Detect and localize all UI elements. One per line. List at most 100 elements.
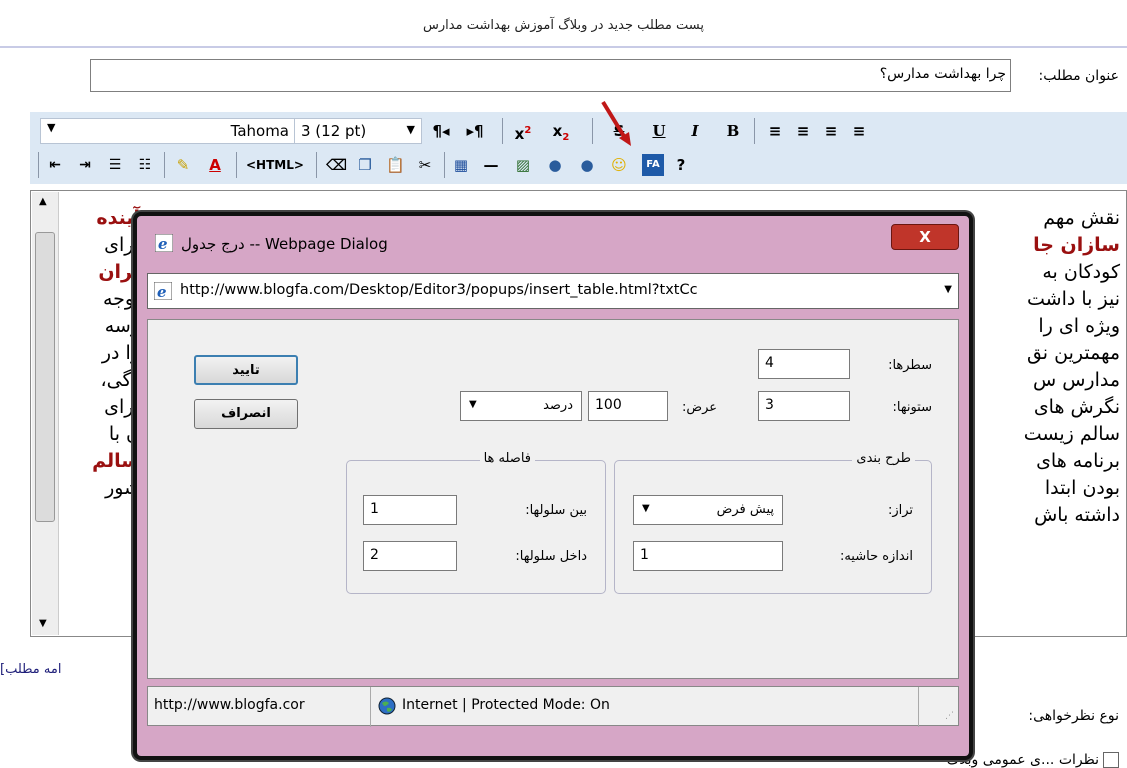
font-size-select[interactable]: 3 (12 pt) ▼ bbox=[294, 118, 422, 144]
scroll-down-icon[interactable]: ▼ bbox=[39, 618, 47, 629]
align-right-button[interactable]: ≡ bbox=[766, 120, 784, 142]
copy-button[interactable]: ❐ bbox=[356, 154, 374, 176]
globe-icon bbox=[378, 697, 396, 715]
table-icon: ▦ bbox=[453, 156, 469, 174]
numbered-list-button[interactable]: ☷ bbox=[136, 154, 154, 176]
columns-input[interactable]: 3 bbox=[758, 391, 850, 421]
indent-icon: ⇥ bbox=[79, 157, 91, 173]
align-left-icon: ≡ bbox=[824, 122, 838, 140]
more-content-link[interactable]: امه مطلب] bbox=[0, 662, 61, 677]
editor-line: برای bbox=[104, 396, 140, 418]
font-name-select[interactable]: ▼ Tahoma bbox=[40, 118, 296, 144]
cell-padding-input[interactable]: 2 bbox=[363, 541, 457, 571]
insert-table-dialog: e درج جدول -- Webpage Dialog X e http://… bbox=[133, 212, 973, 760]
dialog-address-bar[interactable]: e http://www.blogfa.com/Desktop/Editor3/… bbox=[147, 273, 959, 309]
editor-text-right: نقش مهم سازان جا کودکان به نیز با داشت و… bbox=[980, 205, 1120, 529]
close-button[interactable]: X bbox=[891, 224, 959, 250]
cut-button[interactable]: ✂ bbox=[416, 154, 434, 176]
paragraph-rtl-icon: ¶◂ bbox=[432, 122, 450, 140]
bold-button[interactable]: B bbox=[724, 120, 742, 142]
eraser-icon: ⌫ bbox=[326, 156, 348, 174]
editor-line: یران bbox=[98, 261, 140, 283]
editor-line: مهمترین نق bbox=[1026, 342, 1120, 364]
paste-button[interactable]: 📋 bbox=[386, 154, 405, 176]
resize-grip-icon[interactable]: ⋰ bbox=[945, 711, 954, 721]
editor-scrollbar[interactable]: ▲ ▼ bbox=[32, 192, 59, 635]
internet-explorer-icon: e bbox=[154, 282, 172, 300]
insert-link-button[interactable]: ● bbox=[546, 154, 564, 176]
width-label: عرض: bbox=[682, 400, 718, 415]
editor-line: سازان جا bbox=[1033, 234, 1120, 256]
paragraph-ltr-icon: ▸¶ bbox=[466, 122, 484, 140]
width-unit-select[interactable]: درصد ▼ bbox=[460, 391, 582, 421]
indent-button[interactable]: ⇥ bbox=[76, 154, 94, 176]
smiley-icon: ☺ bbox=[611, 156, 627, 174]
eraser-button[interactable]: ⌫ bbox=[326, 154, 347, 176]
toolbar-separator bbox=[38, 152, 39, 178]
status-divider bbox=[918, 687, 919, 727]
image-icon: ▨ bbox=[515, 156, 531, 174]
editor-line: داشته باش bbox=[1034, 504, 1120, 526]
globe-unlink-icon: ● bbox=[580, 156, 594, 174]
help-button[interactable]: ? bbox=[672, 154, 690, 176]
toolbar-row-1: ▼ Tahoma 3 (12 pt) ▼ ¶◂ ▸¶ x2 x2 S U I B… bbox=[30, 114, 1127, 146]
outdent-icon: ⇤ bbox=[49, 157, 61, 173]
italic-button[interactable]: I bbox=[686, 120, 704, 142]
scroll-up-icon[interactable]: ▲ bbox=[39, 196, 47, 207]
horizontal-rule-icon: — bbox=[483, 156, 499, 174]
rows-input[interactable]: 4 bbox=[758, 349, 850, 379]
editor-line: نقش مهم bbox=[1043, 207, 1120, 229]
rtl-paragraph-button[interactable]: ¶◂ bbox=[432, 120, 450, 142]
farsi-keyboard-button[interactable]: FA bbox=[642, 154, 664, 176]
toolbar-separator bbox=[592, 118, 593, 144]
insert-table-button[interactable]: ▦ bbox=[452, 154, 470, 176]
align-left-button[interactable]: ≡ bbox=[822, 120, 840, 142]
align-label: تراز: bbox=[887, 503, 913, 518]
outdent-button[interactable]: ⇤ bbox=[46, 154, 64, 176]
highlight-color-button[interactable]: ✎ bbox=[174, 154, 192, 176]
dialog-title-bar[interactable]: e درج جدول -- Webpage Dialog X bbox=[147, 222, 959, 262]
html-mode-button[interactable]: <HTML> bbox=[246, 154, 304, 176]
font-color-button[interactable]: A bbox=[206, 154, 224, 176]
subscript-button[interactable]: x2 bbox=[552, 120, 570, 143]
ok-button[interactable]: تایید bbox=[194, 355, 298, 385]
superscript-button[interactable]: x2 bbox=[514, 120, 532, 143]
align-right-icon: ≡ bbox=[768, 122, 782, 140]
status-zone: Internet | Protected Mode: On bbox=[402, 697, 610, 713]
bullet-list-button[interactable]: ☰ bbox=[106, 154, 124, 176]
post-title-input[interactable]: چرا بهداشت مدارس؟ bbox=[90, 59, 1011, 92]
editor-line: را در bbox=[101, 342, 140, 364]
scroll-thumb[interactable] bbox=[35, 232, 55, 522]
underline-button[interactable]: U bbox=[650, 120, 668, 142]
border-size-input[interactable]: 1 bbox=[633, 541, 783, 571]
editor-line: ویژه ای را bbox=[1038, 315, 1120, 337]
emoticon-button[interactable]: ☺ bbox=[610, 154, 628, 176]
cancel-button[interactable]: انصراف bbox=[194, 399, 298, 429]
editor-line: سالم bbox=[92, 450, 140, 472]
cell-spacing-input[interactable]: 1 bbox=[363, 495, 457, 525]
chevron-down-icon[interactable]: ▼ bbox=[944, 284, 952, 295]
width-input[interactable]: 100 bbox=[588, 391, 668, 421]
status-url: http://www.blogfa.cor bbox=[154, 697, 305, 713]
svg-text:e: e bbox=[158, 235, 168, 252]
editor-line: سالم زیست bbox=[1023, 423, 1120, 445]
align-center-button[interactable]: ≡ bbox=[794, 120, 812, 142]
insert-image-button[interactable]: ▨ bbox=[514, 154, 532, 176]
page-header: پست مطلب جدید در وبلاگ آموزش بهداشت مدار… bbox=[0, 10, 1127, 48]
align-justify-icon: ≡ bbox=[852, 122, 866, 140]
border-size-label: اندازه حاشیه: bbox=[839, 549, 913, 564]
spacing-fieldset: فاصله ها بین سلولها: 1 داخل سلولها: 2 bbox=[346, 451, 606, 594]
header-divider bbox=[0, 46, 1127, 48]
horizontal-rule-button[interactable]: — bbox=[482, 154, 500, 176]
ltr-paragraph-button[interactable]: ▸¶ bbox=[466, 120, 484, 142]
paste-icon: 📋 bbox=[386, 156, 405, 174]
justify-button[interactable]: ≡ bbox=[850, 120, 868, 142]
comments-checkbox[interactable] bbox=[1103, 752, 1119, 768]
editor-line: مدارس س bbox=[1032, 369, 1120, 391]
editor-toolbar: ▼ Tahoma 3 (12 pt) ▼ ¶◂ ▸¶ x2 x2 S U I B… bbox=[30, 112, 1127, 184]
toolbar-separator bbox=[754, 118, 755, 144]
toolbar-separator bbox=[236, 152, 237, 178]
align-select[interactable]: پیش فرض ▼ bbox=[633, 495, 783, 525]
toolbar-separator bbox=[164, 152, 165, 178]
remove-link-button[interactable]: ● bbox=[578, 154, 596, 176]
